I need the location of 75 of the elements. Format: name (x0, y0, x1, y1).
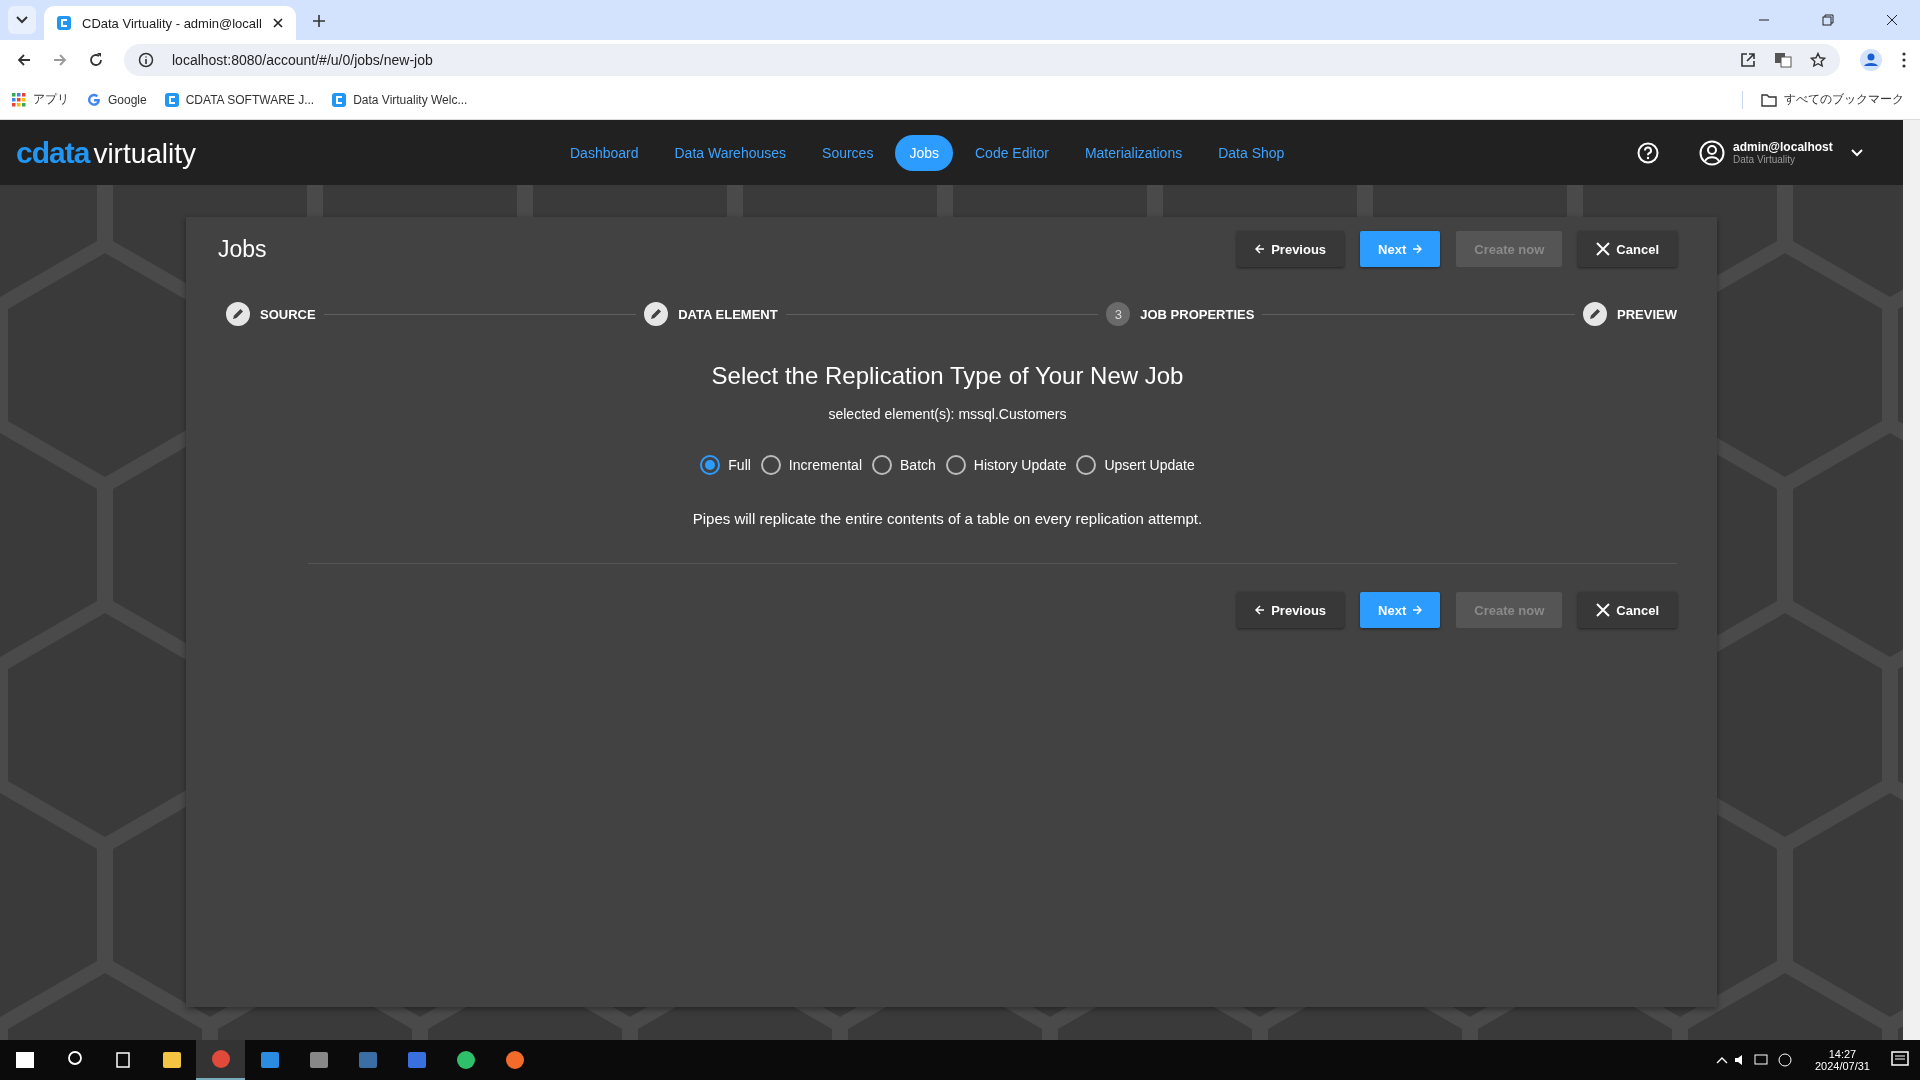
bookmark-favicon-icon (332, 92, 347, 107)
arrow-left-icon (1255, 244, 1266, 254)
nav-tab[interactable]: Data Warehouses (660, 134, 801, 171)
cancel-button[interactable]: Cancel (1578, 592, 1677, 628)
radio-label: Upsert Update (1104, 457, 1195, 473)
forward-icon[interactable] (52, 52, 68, 68)
previous-button[interactable]: Previous (1237, 231, 1345, 267)
bookmark-label: すべてのブックマーク (1784, 91, 1904, 108)
nav-tab[interactable]: Data Shop (1204, 134, 1299, 171)
arrow-right-icon (1412, 244, 1423, 254)
bookmark-label: アプリ (33, 91, 69, 108)
radio-label: Incremental (788, 457, 862, 473)
page-title: Jobs (218, 235, 267, 263)
bookmark-label: Data Virtuality Welc... (353, 92, 468, 107)
radio-label: Batch (900, 457, 936, 473)
selected-elements-text: selected element(s): mssql.Customers (827, 406, 1068, 422)
radio-label: History Update (973, 457, 1067, 473)
all-bookmarks-link[interactable]: すべてのブックマーク (1761, 91, 1904, 108)
nav-tab[interactable]: Dashboard (556, 134, 653, 171)
step-label: JOB PROPERTIES (1140, 306, 1255, 322)
step-label: PREVIEW (1617, 306, 1677, 322)
bookmark-favicon-icon (164, 92, 179, 107)
system-tray-icon[interactable] (1714, 1052, 1795, 1068)
close-icon (1596, 242, 1611, 256)
tab-favicon-icon (56, 15, 72, 31)
apps-grid-icon (12, 92, 26, 107)
description-text: Pipes will replicate the entire contents of a table on every replication attempt. (691, 510, 1204, 527)
section-heading: Select the Replication Type of Your New Job (710, 362, 1185, 390)
user-name: admin@localhost (1733, 140, 1834, 154)
reload-icon[interactable] (88, 52, 104, 68)
tab-title: CData Virtuality - admin@locall (82, 15, 262, 31)
new-tab-icon[interactable] (311, 14, 326, 28)
logo[interactable]: cdatavirtuality (16, 135, 556, 170)
site-info-icon[interactable] (138, 52, 154, 68)
account-icon[interactable] (1699, 139, 1725, 166)
arrow-right-icon (1412, 605, 1423, 615)
bookmark[interactable]: Data Virtuality Welc... (332, 92, 468, 107)
bookmark[interactable]: アプリ (12, 91, 69, 108)
star-icon[interactable] (1810, 52, 1826, 68)
radio-option[interactable]: Full (700, 455, 751, 475)
nav-tab[interactable]: Materializations (1070, 134, 1197, 171)
close-icon (1596, 603, 1611, 617)
address-bar[interactable]: localhost:8080/account/#/u/0/jobs/new-job (124, 44, 1840, 76)
user-organization: Data Virtuality (1733, 154, 1797, 165)
radio-option[interactable]: Batch (872, 455, 936, 475)
help-icon[interactable] (1637, 141, 1659, 164)
share-icon[interactable] (1740, 52, 1756, 68)
close-tab-icon[interactable] (271, 17, 284, 29)
previous-button[interactable]: Previous (1237, 592, 1345, 628)
radio-option[interactable]: History Update (945, 455, 1067, 475)
nav-tab[interactable]: Code Editor (961, 134, 1063, 171)
radio-option[interactable]: Incremental (760, 455, 862, 475)
more-icon[interactable] (1902, 52, 1906, 68)
bookmark-label: Google (108, 92, 147, 107)
arrow-left-icon (1255, 605, 1266, 615)
step-number: 3 (1106, 302, 1131, 326)
dropdown-caret-icon[interactable] (1851, 148, 1863, 157)
nav-tab[interactable]: Sources (808, 134, 888, 171)
translate-icon[interactable] (1774, 52, 1792, 68)
radio-label: Full (728, 457, 751, 473)
restore-icon[interactable] (1822, 14, 1834, 26)
cancel-button[interactable]: Cancel (1578, 231, 1677, 267)
profile-icon[interactable] (1860, 49, 1882, 71)
close-icon[interactable] (1886, 14, 1898, 26)
browser-tab[interactable]: CData Virtuality - admin@locall (44, 6, 296, 40)
clock-time: 14:27 (1828, 1048, 1857, 1060)
bookmark[interactable]: Google (87, 92, 147, 107)
clock-date: 2024/07/31 (1814, 1060, 1870, 1072)
radio-option[interactable]: Upsert Update (1076, 455, 1195, 475)
step-label: SOURCE (260, 306, 316, 322)
step-label: DATA ELEMENT (678, 306, 778, 322)
tab-list-icon[interactable] (8, 6, 36, 34)
back-icon[interactable] (16, 52, 32, 68)
google-icon (87, 92, 101, 107)
scrollbar[interactable] (1903, 120, 1920, 1040)
